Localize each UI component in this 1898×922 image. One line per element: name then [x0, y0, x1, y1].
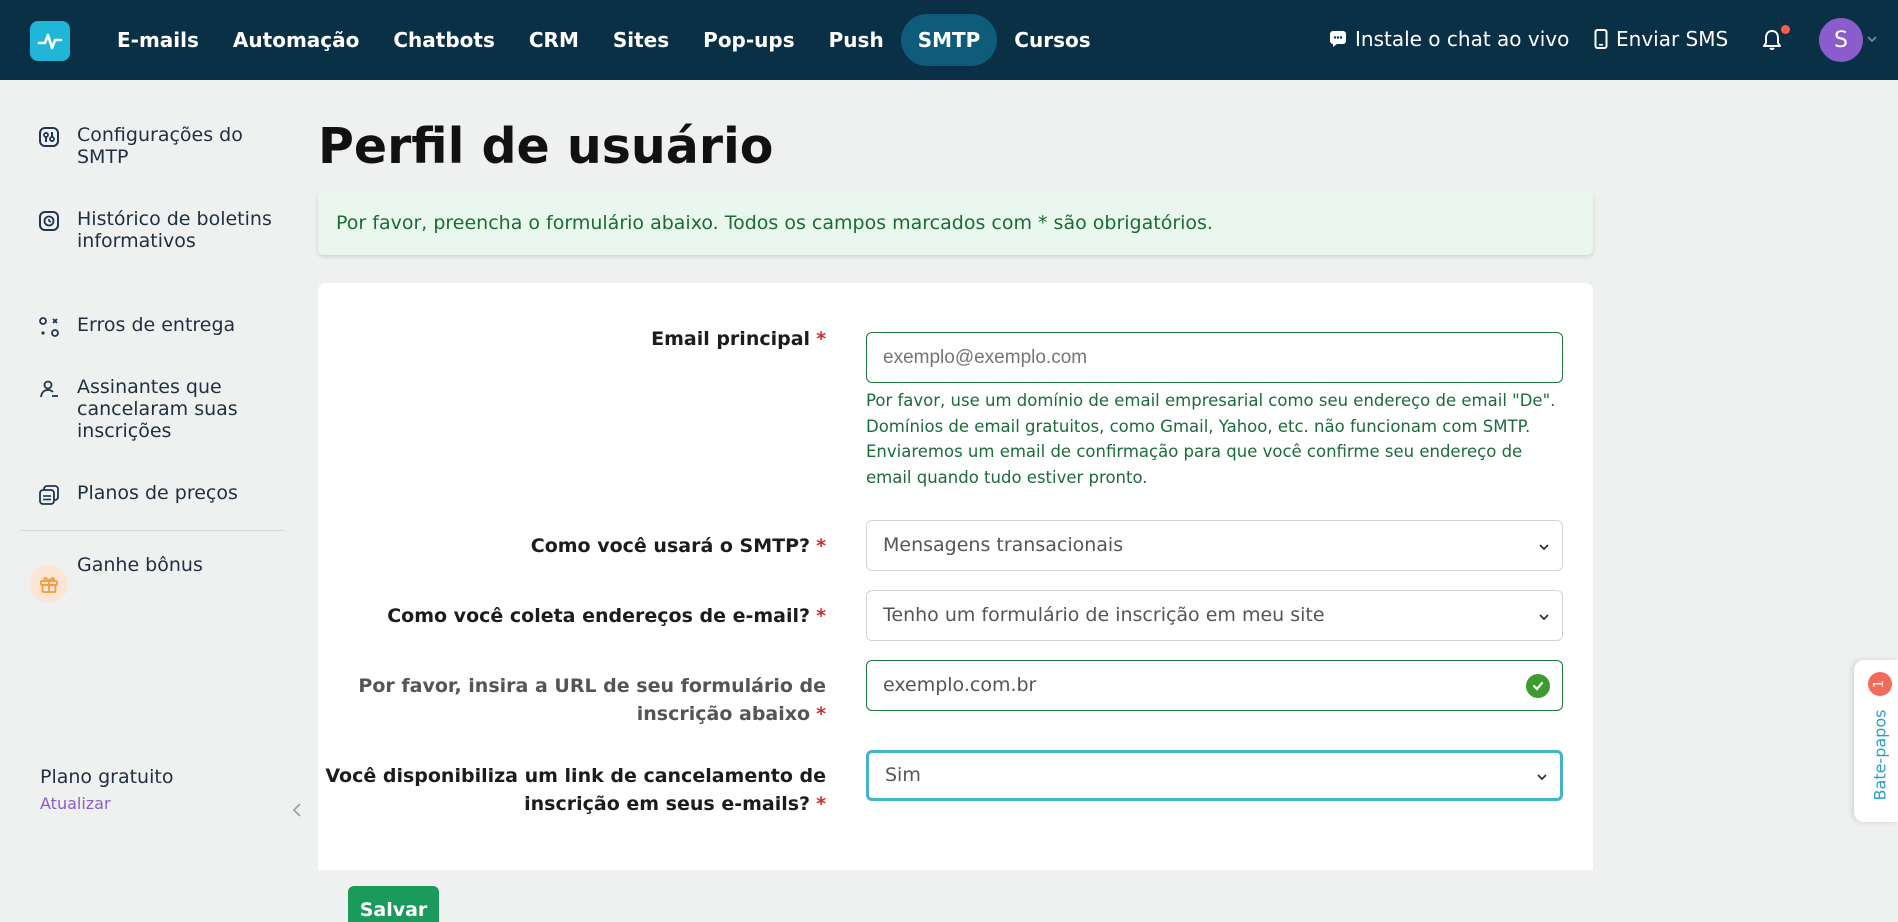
- chat-bubble-icon: [1330, 31, 1346, 47]
- sidebar-item-unsubscribed[interactable]: Assinantes que cancelaram suas inscriçõe…: [38, 376, 238, 442]
- nav-courses[interactable]: Cursos: [997, 14, 1107, 66]
- email-collection-select[interactable]: Tenho um formulário de inscrição em meu …: [866, 590, 1563, 641]
- chevron-down-icon: [1537, 774, 1547, 781]
- nav-popups[interactable]: Pop-ups: [686, 14, 811, 66]
- notification-dot: [1781, 25, 1790, 34]
- sidebar-item-smtp-settings[interactable]: Configurações do SMTP: [38, 124, 243, 168]
- install-live-chat-link[interactable]: Instale o chat ao vivo: [1329, 27, 1569, 51]
- unsubscribed-user-icon: [40, 380, 58, 398]
- chevron-down-icon: [1539, 614, 1549, 621]
- user-avatar[interactable]: S: [1819, 18, 1863, 62]
- nav-crm[interactable]: CRM: [512, 14, 596, 66]
- sidebar-item-label: Configurações do SMTP: [77, 124, 243, 168]
- top-navigation-bar: E-mails Automação Chatbots CRM Sites Pop…: [0, 0, 1898, 80]
- sidebar-divider: [20, 530, 285, 531]
- signup-url-label: Por favor, insira a URL de seu formulári…: [306, 672, 826, 728]
- pricing-plans-icon: [39, 485, 59, 505]
- email-field[interactable]: [866, 332, 1563, 383]
- nav-sites[interactable]: Sites: [596, 14, 686, 66]
- unsubscribe-link-label: Você disponibiliza um link de cancelamen…: [306, 762, 826, 818]
- email-field-hint: Por favor, use um domínio de email empre…: [866, 391, 1556, 487]
- notifications-bell-icon[interactable]: [1760, 28, 1784, 52]
- email-collection-selected-value: Tenho um formulário de inscrição em meu …: [883, 604, 1325, 626]
- delivery-errors-icon: [39, 317, 59, 337]
- form-notice: Por favor, preencha o formulário abaixo.…: [318, 191, 1593, 255]
- send-sms-label: Enviar SMS: [1616, 27, 1729, 51]
- page-title: Perfil de usuário: [318, 118, 774, 175]
- required-asterisk: *: [816, 703, 826, 725]
- current-plan-label: Plano gratuito: [40, 766, 174, 788]
- chevron-down-icon: [1539, 544, 1549, 551]
- settings-icon: [39, 127, 59, 147]
- save-button[interactable]: Salvar: [348, 886, 439, 922]
- chat-widget-label[interactable]: Bate-papos: [1871, 710, 1890, 801]
- sidebar-item-newsletter-history[interactable]: Histórico de boletins informativos: [38, 208, 272, 252]
- smtp-usage-selected-value: Mensagens transacionais: [883, 534, 1124, 556]
- send-sms-link[interactable]: Enviar SMS: [1594, 27, 1728, 51]
- sidebar-item-label: Assinantes que cancelaram suas inscriçõe…: [77, 376, 238, 442]
- email-field-label-text: Email principal: [651, 328, 811, 350]
- nav-chatbots[interactable]: Chatbots: [376, 14, 512, 66]
- gift-icon: [40, 577, 58, 593]
- main-nav: E-mails Automação Chatbots CRM Sites Pop…: [100, 14, 1108, 66]
- signup-url-input[interactable]: exemplo.com.br: [866, 660, 1563, 711]
- gift-badge: [30, 565, 68, 603]
- nav-automation[interactable]: Automação: [216, 14, 376, 66]
- signup-url-value: exemplo.com.br: [883, 674, 1037, 696]
- chevron-down-icon[interactable]: [1866, 33, 1878, 45]
- unsubscribe-link-select[interactable]: Sim: [866, 750, 1563, 801]
- required-asterisk: *: [816, 605, 826, 627]
- email-collection-label: Como você coleta endereços de e-mail? *: [346, 602, 826, 630]
- sidebar-item-pricing-plans[interactable]: Planos de preços: [38, 482, 238, 506]
- sidebar-item-label: Ganhe bônus: [77, 554, 203, 576]
- nav-emails[interactable]: E-mails: [100, 14, 216, 66]
- email-field-label: Email principal *: [346, 325, 826, 353]
- phone-icon: [1594, 29, 1608, 49]
- required-asterisk: *: [816, 535, 826, 557]
- signup-url-label-text: Por favor, insira a URL de seu formulári…: [358, 675, 826, 725]
- email-collection-label-text: Como você coleta endereços de e-mail?: [387, 605, 811, 627]
- chat-unread-badge: 1: [1868, 672, 1892, 696]
- unsubscribe-link-label-text: Você disponibiliza um link de cancelamen…: [325, 765, 826, 815]
- sidebar-item-delivery-errors[interactable]: Erros de entrega: [38, 314, 235, 338]
- unsubscribe-link-selected-value: Sim: [885, 764, 921, 786]
- history-icon: [39, 211, 59, 231]
- sidebar-item-label: Histórico de boletins informativos: [77, 208, 272, 252]
- smtp-usage-label: Como você usará o SMTP? *: [346, 532, 826, 560]
- upgrade-link[interactable]: Atualizar: [40, 794, 111, 813]
- nav-smtp[interactable]: SMTP: [900, 14, 998, 66]
- nav-push[interactable]: Push: [812, 14, 901, 66]
- install-live-chat-label: Instale o chat ao vivo: [1355, 27, 1570, 51]
- sidebar-item-label: Planos de preços: [77, 482, 238, 504]
- app-logo[interactable]: [30, 21, 70, 61]
- collapse-sidebar-icon[interactable]: [289, 800, 305, 820]
- required-asterisk: *: [816, 793, 826, 815]
- valid-check-icon: [1526, 674, 1550, 698]
- sidebar-item-label: Erros de entrega: [77, 314, 236, 336]
- pulse-logo-icon: [37, 33, 63, 50]
- required-asterisk: *: [816, 328, 826, 350]
- smtp-usage-select[interactable]: Mensagens transacionais: [866, 520, 1563, 571]
- smtp-usage-label-text: Como você usará o SMTP?: [530, 535, 811, 557]
